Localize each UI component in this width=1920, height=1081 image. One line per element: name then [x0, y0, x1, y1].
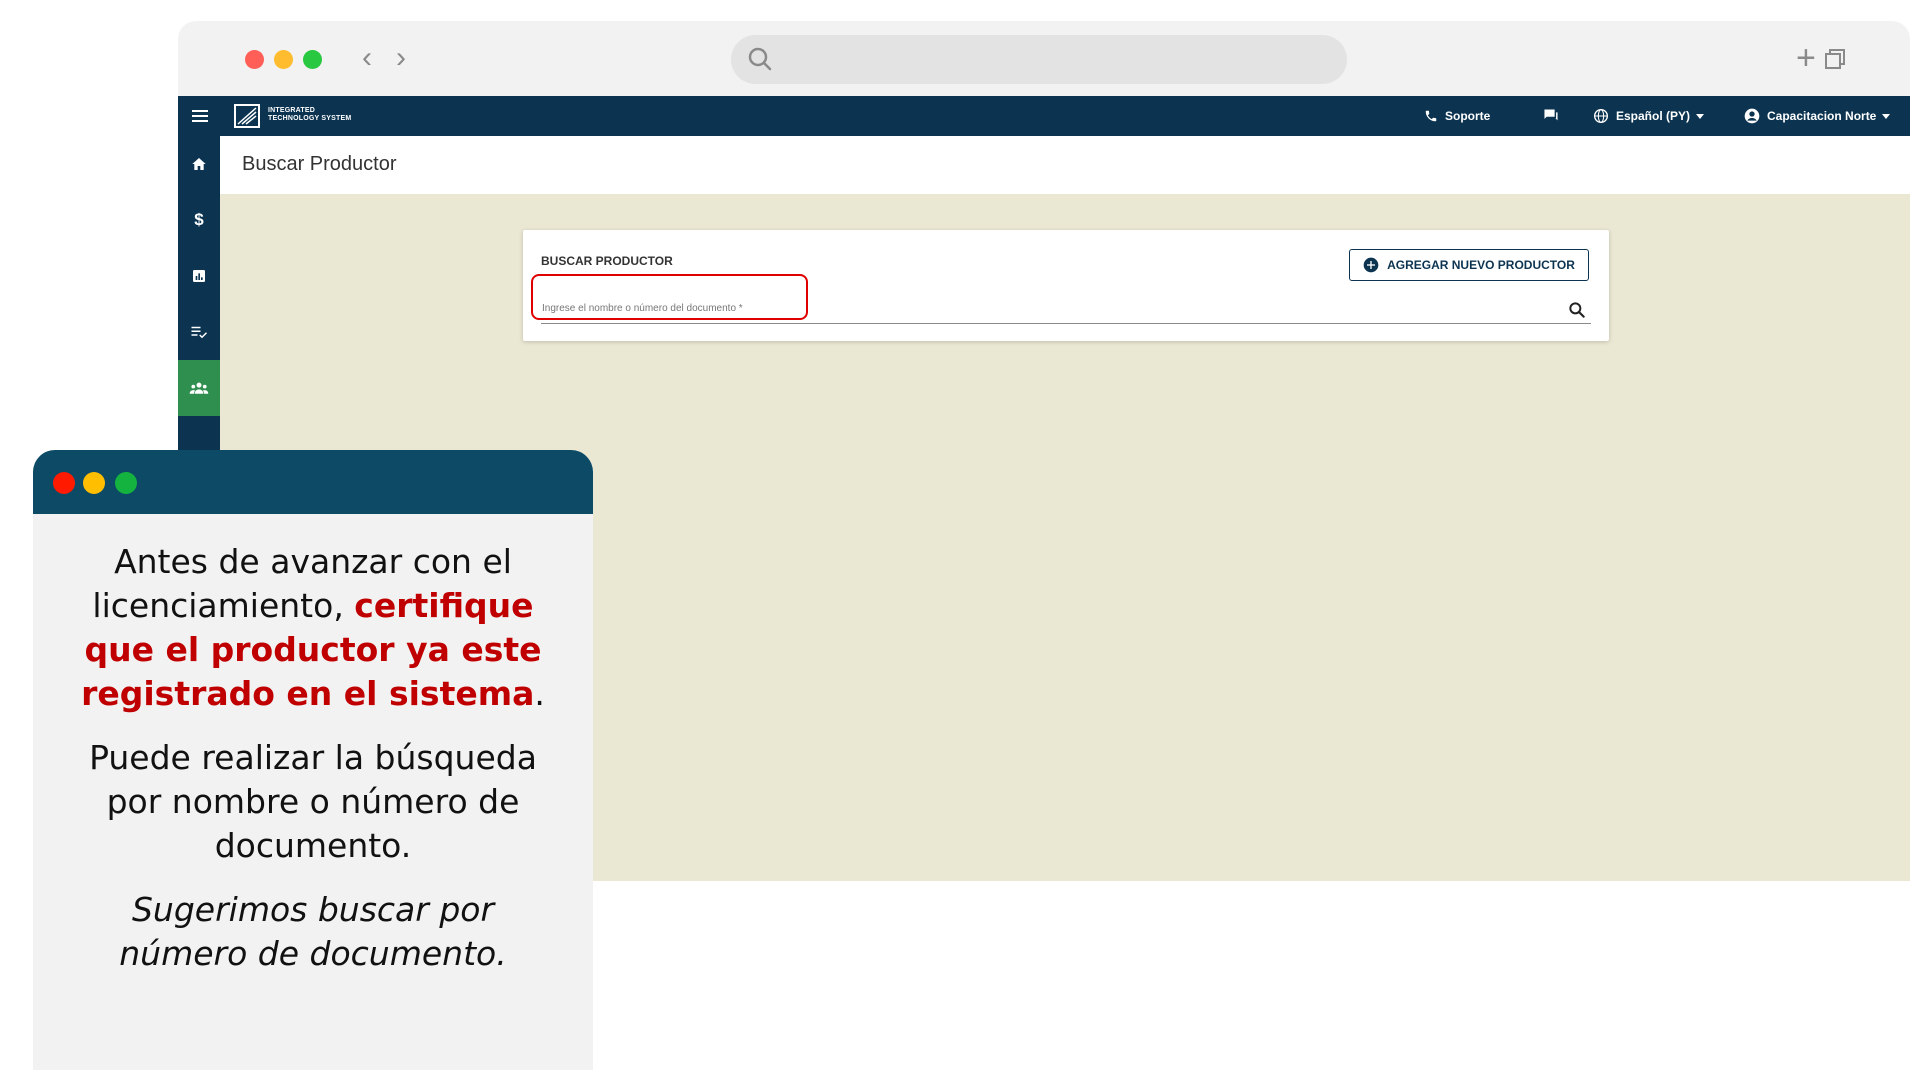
- back-arrow-icon[interactable]: ‹: [362, 43, 372, 73]
- page-title-bar: Buscar Productor: [220, 136, 1910, 194]
- logo-icon: [234, 104, 260, 128]
- phone-icon: [1425, 110, 1437, 122]
- new-tab-icon[interactable]: +: [1796, 41, 1816, 75]
- chevron-down-icon: [1882, 113, 1891, 119]
- panel-green-dot: [115, 472, 137, 494]
- dollar-icon: $: [194, 210, 204, 229]
- chevron-down-icon: [1696, 113, 1705, 119]
- info-paragraph-2: Puede realizar la búsqueda por nombre o …: [89, 738, 537, 865]
- page-title: Buscar Productor: [242, 153, 397, 175]
- sidebar-item-reports[interactable]: [178, 248, 220, 304]
- info-text-period: .: [534, 674, 545, 713]
- user-name: Capacitacion Norte: [1767, 109, 1877, 123]
- checklist-icon: [191, 326, 208, 339]
- language-selector[interactable]: Español (PY): [1593, 96, 1705, 136]
- add-circle-icon: [1363, 257, 1379, 273]
- home-icon: [192, 158, 206, 170]
- search-card: BUSCAR PRODUCTOR AGREGAR NUEVO PRODUCTOR: [523, 230, 1609, 341]
- address-bar[interactable]: [731, 35, 1347, 84]
- browser-chrome: ‹ › +: [178, 21, 1910, 96]
- search-icon[interactable]: [1567, 300, 1587, 320]
- add-producer-button[interactable]: AGREGAR NUEVO PRODUCTOR: [1349, 249, 1589, 281]
- language-label: Español (PY): [1616, 109, 1691, 123]
- people-icon: [189, 382, 209, 394]
- support-label: Soporte: [1445, 109, 1491, 123]
- maximize-window-button[interactable]: [303, 50, 322, 69]
- app-header: INTEGRATED TECHNOLOGY SYSTEM Soporte Esp…: [178, 96, 1910, 136]
- logo-text: INTEGRATED TECHNOLOGY SYSTEM: [268, 107, 351, 123]
- panel-red-dot: [53, 472, 75, 494]
- sidebar-item-finance[interactable]: $: [178, 192, 220, 248]
- card-title: BUSCAR PRODUCTOR: [541, 254, 673, 268]
- tabs-overview-icon[interactable]: [1824, 48, 1846, 70]
- user-menu[interactable]: Capacitacion Norte: [1744, 96, 1891, 136]
- add-producer-label: AGREGAR NUEVO PRODUCTOR: [1387, 258, 1575, 272]
- info-panel-header: [33, 450, 593, 514]
- chart-icon: [193, 270, 205, 282]
- info-panel-body: Antes de avanzar con el licenciamiento, …: [63, 540, 563, 996]
- info-paragraph-3: Sugerimos buscar por número de documento…: [119, 890, 507, 973]
- messages-button[interactable]: [1542, 96, 1567, 136]
- forward-arrow-icon[interactable]: ›: [396, 43, 406, 73]
- sidebar-item-producers[interactable]: [178, 360, 220, 416]
- sidebar-item-home[interactable]: [178, 136, 220, 192]
- menu-icon[interactable]: [190, 107, 210, 125]
- minimize-window-button[interactable]: [274, 50, 293, 69]
- search-field-highlight: [531, 274, 808, 320]
- info-panel: Antes de avanzar con el licenciamiento, …: [33, 450, 593, 1070]
- panel-yellow-dot: [83, 472, 105, 494]
- globe-icon: [1594, 109, 1608, 123]
- sidebar-item-tasks[interactable]: [178, 304, 220, 360]
- logo-line1: INTEGRATED: [268, 107, 315, 114]
- account-circle-icon: [1744, 108, 1760, 124]
- search-icon: [748, 47, 772, 71]
- logo-line2: TECHNOLOGY SYSTEM: [268, 115, 352, 122]
- info-paragraph-1: Antes de avanzar con el licenciamiento, …: [63, 540, 563, 716]
- support-link[interactable]: Soporte: [1424, 96, 1490, 136]
- close-window-button[interactable]: [245, 50, 264, 69]
- chat-icon: [1544, 109, 1558, 121]
